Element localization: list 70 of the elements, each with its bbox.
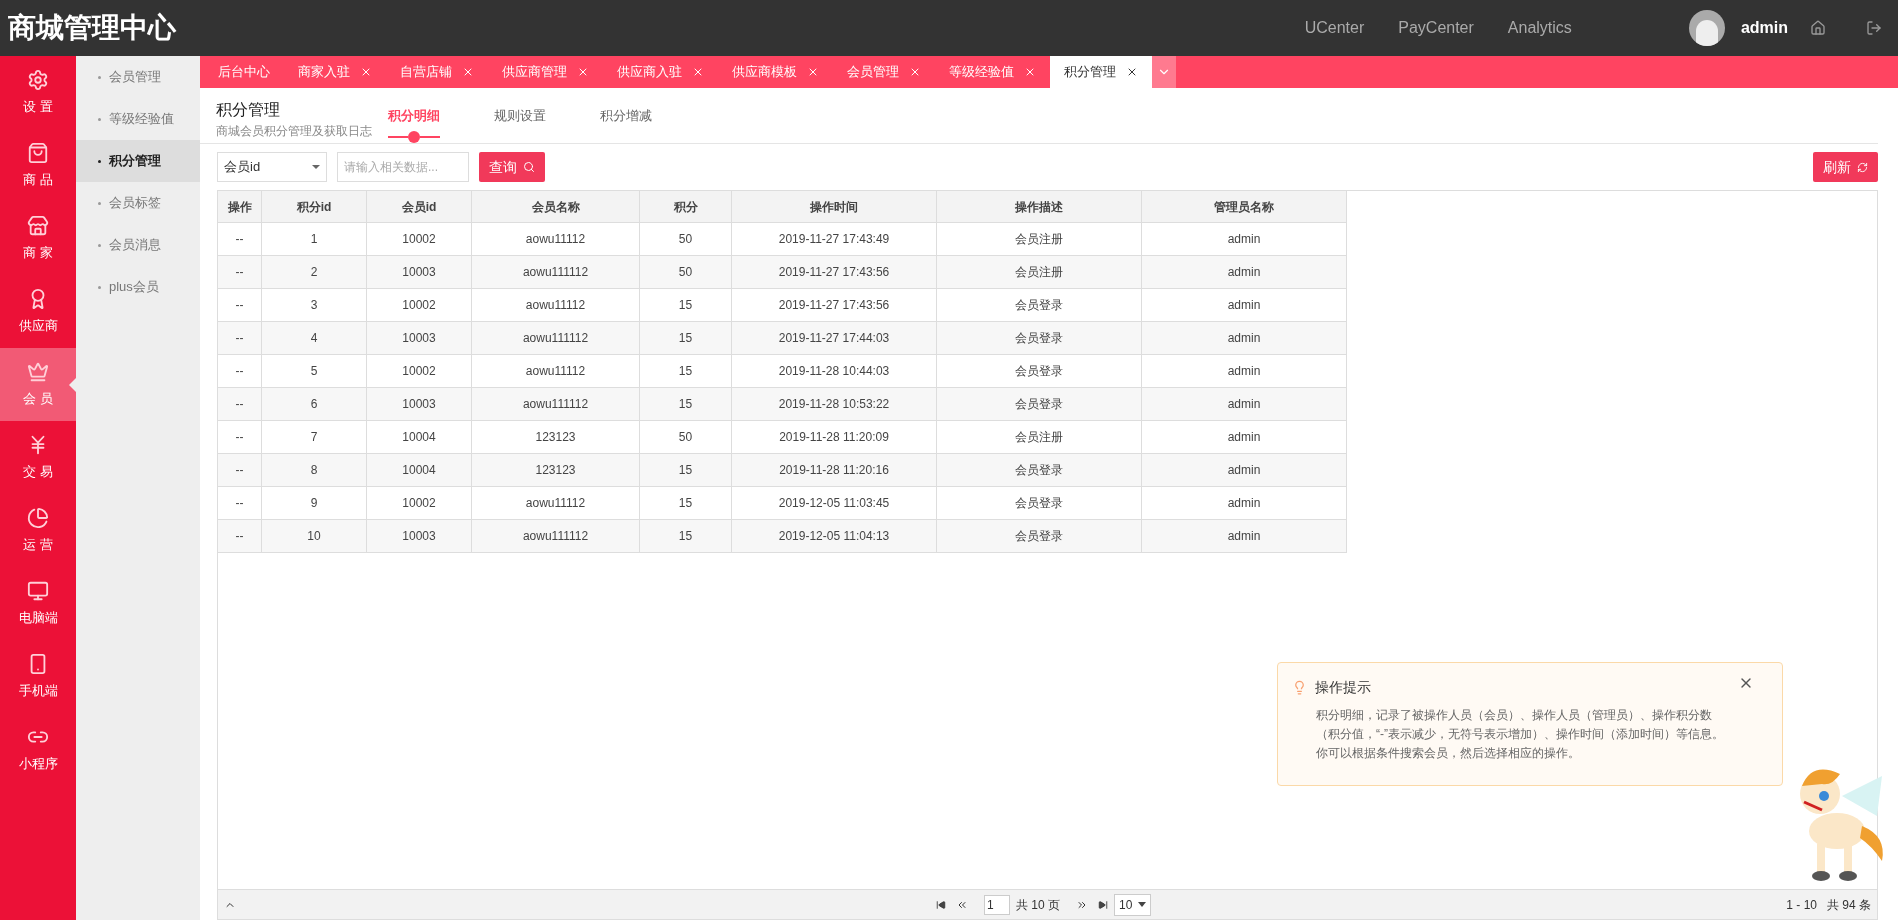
first-page-icon[interactable] (936, 899, 946, 910)
page-tab[interactable]: 供应商模板 (718, 56, 833, 88)
page-input[interactable]: 1 (984, 894, 1010, 915)
pie-chart-icon (27, 506, 49, 529)
page-tab[interactable]: 自营店铺 (386, 56, 488, 88)
last-page-icon[interactable] (1098, 899, 1108, 910)
page-tab[interactable]: 商家入驻 (284, 56, 386, 88)
nav-item[interactable]: 交 易 (0, 421, 76, 494)
page-size-select[interactable]: 10 (1114, 893, 1152, 916)
search-icon (523, 161, 535, 173)
nav-item[interactable]: 商 家 (0, 202, 76, 275)
sub-tab[interactable]: 积分明细 (376, 98, 452, 142)
page-tab[interactable]: 后台中心 (204, 56, 284, 88)
gear-icon (27, 68, 49, 91)
top-link[interactable]: UCenter (1304, 16, 1365, 40)
lightbulb-icon (1292, 680, 1307, 695)
search-input[interactable]: 请输入相关数据... (337, 152, 469, 182)
sub-tab[interactable]: 规则设置 (482, 98, 558, 142)
store-icon (27, 214, 49, 237)
top-link[interactable]: Analytics (1507, 16, 1572, 40)
shopping-bag-icon (27, 141, 49, 164)
avatar[interactable] (1688, 10, 1725, 46)
sub-nav-item[interactable]: 等级经验值 (76, 98, 200, 140)
close-icon[interactable] (1126, 66, 1138, 78)
refresh-icon (1857, 161, 1868, 173)
search-field-select[interactable]: 会员id (217, 152, 327, 182)
home-icon[interactable] (1810, 20, 1826, 36)
page-title: 积分管理 (216, 100, 281, 120)
page-tab[interactable]: 供应商入驻 (603, 56, 718, 88)
app-title: 商城管理中心 (8, 11, 176, 45)
page-total: 共 10 页 (1016, 896, 1060, 914)
table-cell: 2019-12-05 11:04:13 (732, 520, 937, 553)
record-total: 共 94 条 (1827, 896, 1871, 914)
monitor-icon (27, 579, 49, 602)
table-cell: 10003 (367, 520, 472, 553)
page-tab[interactable]: 供应商管理 (488, 56, 603, 88)
table-cell: 15 (640, 520, 732, 553)
nav-item[interactable]: 运 营 (0, 494, 76, 567)
nav-item[interactable]: 商 品 (0, 129, 76, 202)
refresh-button[interactable]: 刷新 (1813, 152, 1878, 182)
page-tab[interactable]: 积分管理 (1050, 56, 1152, 88)
sub-nav-item[interactable]: 会员标签 (76, 182, 200, 224)
table-cell: 会员登录 (937, 520, 1142, 553)
record-range: 1 - 10 (1786, 896, 1817, 914)
query-button[interactable]: 查询 (479, 152, 545, 182)
table-cell: -- (218, 520, 262, 553)
tip-text: 你可以根据条件搜索会员，然后选择相应的操作。 (1316, 745, 1581, 762)
nav-item[interactable]: 手机端 (0, 640, 76, 713)
nav-item[interactable]: 设 置 (0, 56, 76, 129)
table-cell: aowu111112 (472, 520, 640, 553)
top-link[interactable]: PayCenter (1398, 16, 1474, 40)
page-tab[interactable]: 会员管理 (833, 56, 935, 88)
sub-nav-item[interactable]: 会员管理 (76, 56, 200, 98)
sub-nav-item[interactable]: plus会员 (76, 266, 200, 308)
sub-nav-item[interactable]: 会员消息 (76, 224, 200, 266)
sub-nav-item[interactable]: 积分管理 (76, 140, 200, 182)
nav-item[interactable]: 供应商 (0, 275, 76, 348)
page-tab[interactable]: 等级经验值 (935, 56, 1050, 88)
nav-item[interactable]: 会 员 (0, 348, 76, 421)
tip-title: 操作提示 (1315, 678, 1371, 697)
user-name[interactable]: admin (1740, 16, 1788, 40)
crown-icon (27, 360, 49, 383)
table-cell: admin (1142, 520, 1347, 553)
page-subtitle: 商城会员积分管理及获取日志 (216, 123, 373, 140)
table-cell: 10 (262, 520, 367, 553)
sub-tab[interactable]: 积分增减 (588, 98, 664, 142)
nav-item[interactable]: 小程序 (0, 713, 76, 786)
logout-icon[interactable] (1866, 20, 1882, 36)
tip-text: 积分明细，记录了被操作人员（会员）、操作人员（管理员）、操作积分数（积分值，“-”表示减少，无符号表示增加）、操作时间（添加时间）等信息。 (1316, 707, 1725, 743)
nav-item[interactable]: 电脑端 (0, 567, 76, 640)
